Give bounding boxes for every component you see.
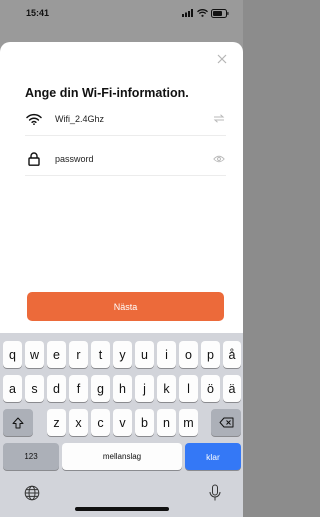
key-c[interactable]: c xyxy=(91,409,110,436)
key-g[interactable]: g xyxy=(91,375,110,402)
wifi-icon xyxy=(25,110,43,128)
dictation-button[interactable] xyxy=(208,484,222,502)
page-title: Ange din Wi-Fi-information. xyxy=(25,86,189,100)
key-d[interactable]: d xyxy=(47,375,66,402)
key-q[interactable]: q xyxy=(3,341,22,368)
status-icons xyxy=(182,8,229,18)
home-indicator xyxy=(75,507,169,511)
password-row xyxy=(25,142,226,176)
key-x[interactable]: x xyxy=(69,409,88,436)
key-i[interactable]: i xyxy=(157,341,176,368)
shift-key[interactable] xyxy=(3,409,33,436)
close-button[interactable] xyxy=(215,52,229,66)
key-l[interactable]: l xyxy=(179,375,198,402)
globe-button[interactable] xyxy=(24,485,40,501)
lock-icon xyxy=(25,150,43,168)
key-k[interactable]: k xyxy=(157,375,176,402)
space-key[interactable]: mellanslag xyxy=(62,443,182,470)
done-key[interactable]: klar xyxy=(185,443,241,470)
key-u[interactable]: u xyxy=(135,341,154,368)
key-j[interactable]: j xyxy=(135,375,154,402)
key-o-umlaut[interactable]: ö xyxy=(201,375,220,402)
close-icon xyxy=(217,54,227,64)
key-v[interactable]: v xyxy=(113,409,132,436)
key-b[interactable]: b xyxy=(135,409,154,436)
key-a-ring[interactable]: å xyxy=(223,341,241,368)
wifi-name-row: Wifi_2.4Ghz xyxy=(25,102,226,136)
backspace-key[interactable] xyxy=(211,409,241,436)
wifi-name-value: Wifi_2.4Ghz xyxy=(55,113,105,124)
key-w[interactable]: w xyxy=(25,341,44,368)
next-button[interactable]: Nästa xyxy=(27,292,224,321)
backspace-icon xyxy=(219,417,233,428)
key-a[interactable]: a xyxy=(3,375,22,402)
key-z[interactable]: z xyxy=(47,409,66,436)
numbers-key[interactable]: 123 xyxy=(3,443,59,470)
shift-icon xyxy=(12,417,24,428)
keyboard: q w e r t y u i o p å a s d f g h j k l … xyxy=(0,333,243,517)
toggle-password-visibility-button[interactable] xyxy=(212,152,226,166)
password-input[interactable] xyxy=(55,153,212,164)
battery-icon xyxy=(211,8,229,18)
key-a-umlaut[interactable]: ä xyxy=(223,375,241,402)
status-time: 15:41 xyxy=(26,8,50,18)
globe-icon xyxy=(24,485,40,501)
switch-network-button[interactable] xyxy=(212,112,226,126)
eye-icon xyxy=(213,155,225,162)
wifi-status-icon xyxy=(197,9,208,17)
key-p[interactable]: p xyxy=(201,341,220,368)
key-m[interactable]: m xyxy=(179,409,198,436)
key-h[interactable]: h xyxy=(113,375,132,402)
key-s[interactable]: s xyxy=(25,375,44,402)
key-o[interactable]: o xyxy=(179,341,198,368)
key-t[interactable]: t xyxy=(91,341,110,368)
microphone-icon xyxy=(209,484,221,501)
key-r[interactable]: r xyxy=(69,341,88,368)
key-n[interactable]: n xyxy=(157,409,176,436)
cellular-signal-icon xyxy=(182,9,193,17)
key-e[interactable]: e xyxy=(47,341,66,368)
status-bar: 15:41 xyxy=(0,0,243,26)
key-f[interactable]: f xyxy=(69,375,88,402)
key-y[interactable]: y xyxy=(113,341,132,368)
swap-arrows-icon xyxy=(213,114,225,123)
